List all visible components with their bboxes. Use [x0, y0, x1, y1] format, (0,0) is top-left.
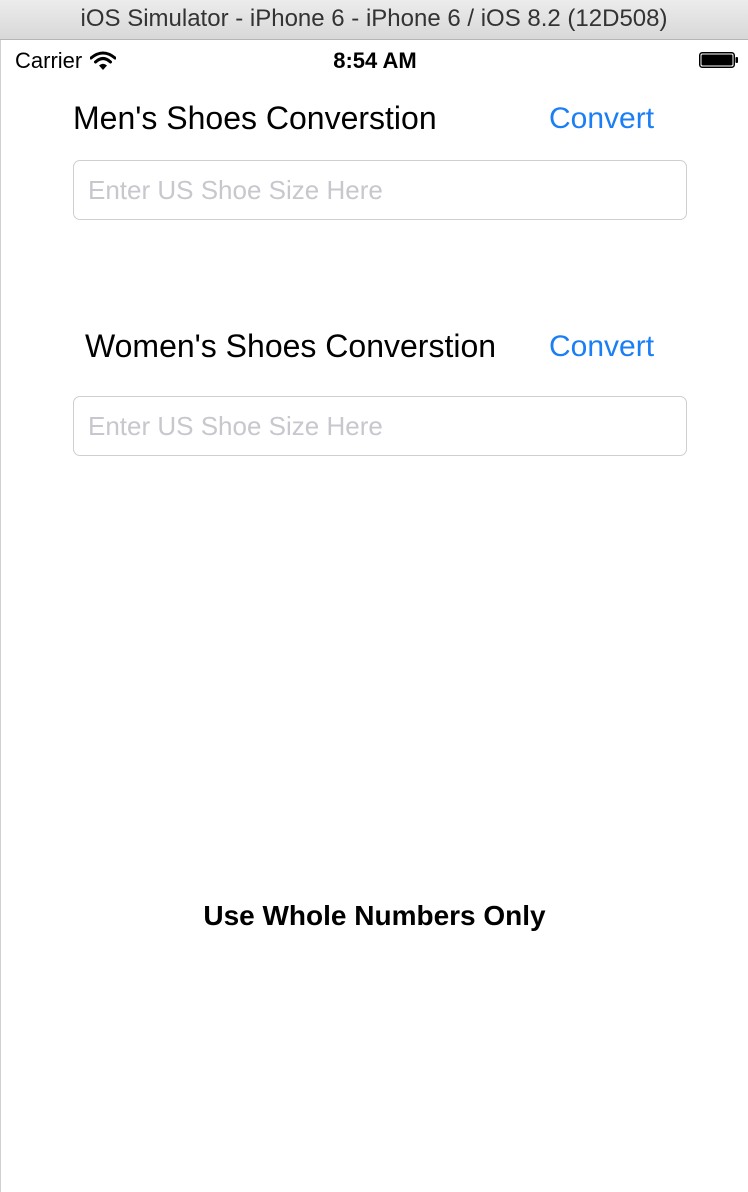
status-bar: Carrier 8:54 AM [1, 40, 748, 82]
womens-convert-button[interactable]: Convert [549, 330, 654, 364]
mens-size-input[interactable] [73, 160, 687, 220]
womens-size-input[interactable] [73, 396, 687, 456]
womens-title: Women's Shoes Converstion [85, 328, 497, 364]
mens-convert-button[interactable]: Convert [549, 102, 654, 136]
mens-title: Men's Shoes Converstion [73, 100, 437, 136]
window-title: iOS Simulator - iPhone 6 - iPhone 6 / iO… [0, 0, 748, 40]
status-time: 8:54 AM [333, 48, 417, 73]
phone-screen: Carrier 8:54 AM Men's Shoes Converstion … [0, 40, 748, 1192]
whole-numbers-note: Use Whole Numbers Only [203, 900, 546, 931]
battery-icon [699, 52, 738, 68]
simulator-window: iOS Simulator - iPhone 6 - iPhone 6 / iO… [0, 0, 748, 1192]
